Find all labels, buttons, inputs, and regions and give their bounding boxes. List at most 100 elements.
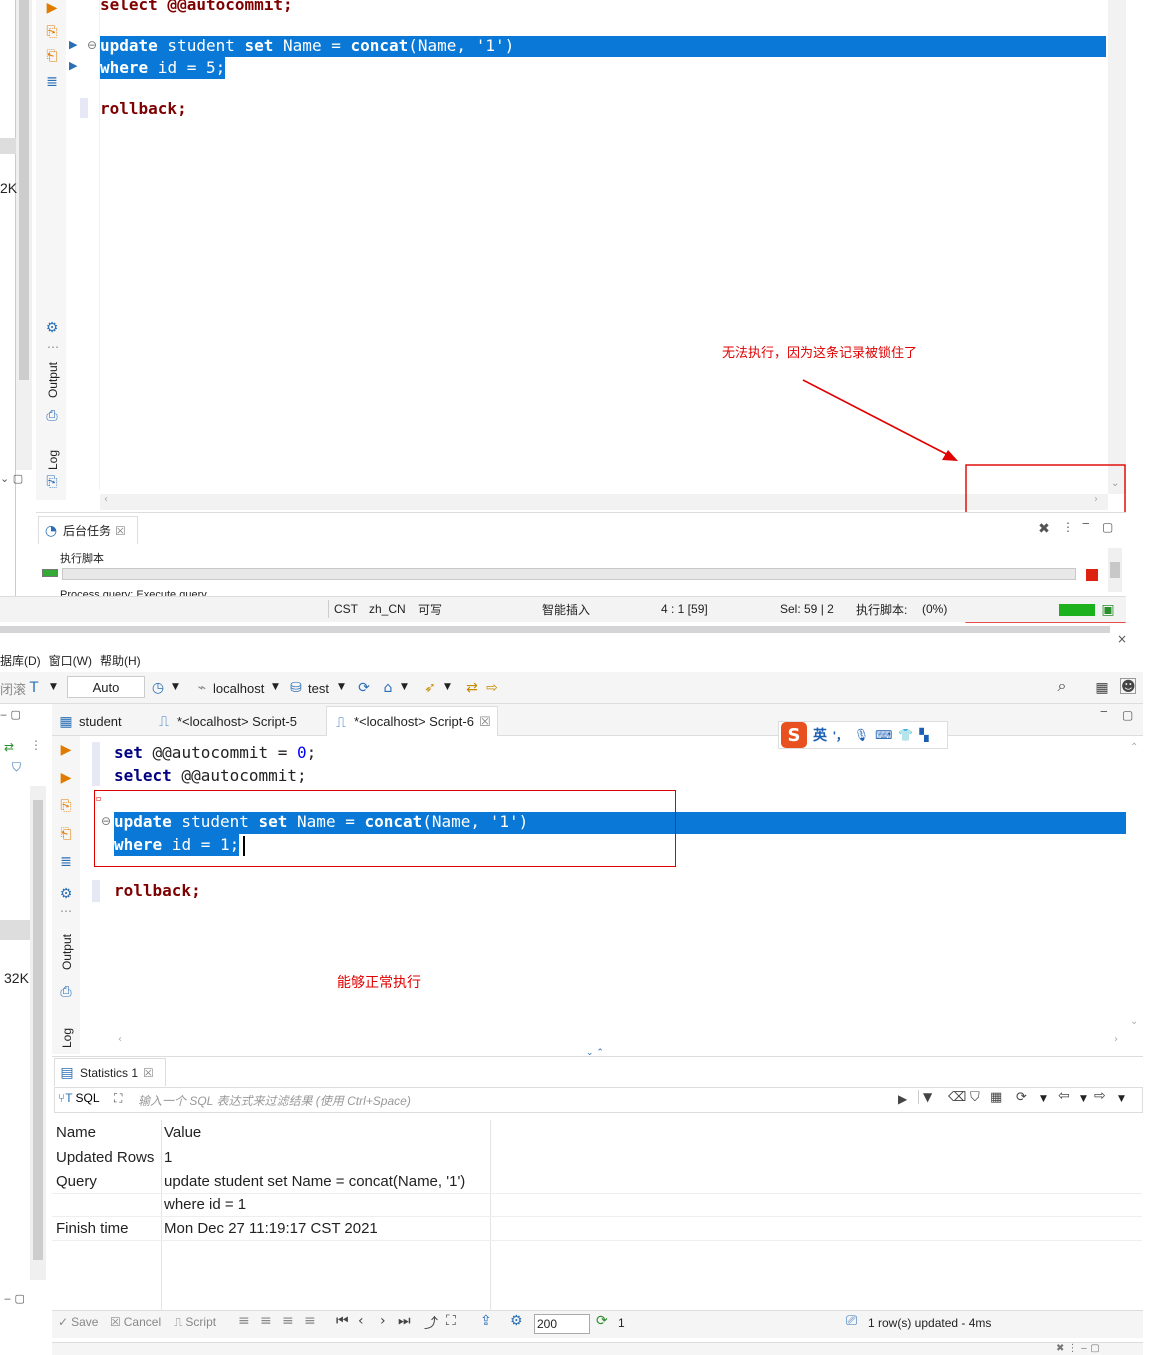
explain-plan-icon[interactable]: ≣ [58, 854, 74, 870]
tab-script-6[interactable]: ⎍ *<localhost> Script-6 ☒ [326, 706, 498, 736]
execute-new-tab-icon[interactable]: ▶ [58, 770, 74, 786]
ime-lang[interactable]: 英 [813, 725, 827, 745]
code-line-1[interactable]: set @@autocommit = 0; [114, 742, 316, 764]
refresh-results-icon[interactable]: ⟳ [596, 1313, 608, 1329]
first-page-icon[interactable]: ⏮ [336, 1313, 349, 1329]
save-button[interactable]: ✓ Save [58, 1315, 98, 1329]
log-side-tab[interactable]: Log [60, 1028, 74, 1048]
scroll-down-arrow-icon[interactable]: ⌄ [1130, 1016, 1138, 1027]
skin-icon[interactable]: 👕 [898, 728, 913, 742]
tasks-scroll-thumb[interactable] [1110, 562, 1120, 578]
history-icon[interactable]: ◷ [150, 680, 166, 696]
transaction-icon[interactable]: T [26, 680, 42, 696]
forward-arrow-icon[interactable]: ⇨ [1094, 1088, 1106, 1104]
expand-filter-icon[interactable]: ⛶ [114, 1091, 122, 1106]
active-database[interactable]: test [308, 676, 329, 700]
cancel-tasks-icon[interactable]: ✖ [1036, 521, 1052, 537]
erase-filter-icon[interactable]: ⌫ [948, 1090, 966, 1105]
filter-columns-icon[interactable]: ▦ [990, 1090, 1002, 1105]
code-line-5[interactable]: rollback; [114, 880, 201, 902]
dropdown-icon[interactable]: ▼ [1040, 1094, 1047, 1104]
stat-value[interactable]: 1 [164, 1149, 172, 1166]
stat-value-continued[interactable]: where id = 1 [164, 1196, 246, 1213]
dropdown-icon[interactable]: ▼ [172, 682, 179, 692]
editor-vertical-scrollbar[interactable] [1126, 736, 1142, 1032]
left-panel-controls[interactable]: ‒ ▢ [0, 708, 21, 721]
search-icon[interactable]: ⌕ [1054, 678, 1070, 694]
forward-icon[interactable]: ⇨ [484, 680, 500, 696]
active-connection[interactable]: localhost [213, 676, 264, 700]
tab-student[interactable]: ▦ student [52, 708, 128, 734]
back-arrow-icon[interactable]: ⇦ [1058, 1088, 1070, 1104]
ime-punct[interactable]: '， [833, 727, 848, 744]
stat-value[interactable]: update student set Name = concat(Name, '… [164, 1173, 465, 1190]
menu-database[interactable]: 据库(D) [0, 652, 41, 672]
minimize-icon[interactable]: ‒ [1082, 516, 1090, 530]
dbeaver-icon[interactable]: ☻ [1120, 678, 1136, 695]
menu-help[interactable]: 帮助(H) [100, 652, 141, 672]
sql-filter-toggle[interactable]: ⑂T SQL [58, 1091, 100, 1105]
keyboard-icon[interactable]: ⌨ [875, 728, 892, 742]
scroll-right-arrow-icon[interactable]: › [1114, 1034, 1118, 1045]
left-menu-dots[interactable]: ⋮ [30, 738, 42, 752]
sogou-logo[interactable]: S [781, 722, 807, 748]
dropdown-icon[interactable]: ▼ [401, 682, 408, 692]
left-scroll-thumb-bottom[interactable] [33, 800, 43, 1260]
close-small-icon[interactable]: × [1117, 632, 1127, 646]
rocket-icon[interactable]: ➶ [422, 680, 438, 696]
menu-dots-icon[interactable]: ⋮ [1062, 520, 1074, 534]
scroll-up-arrow-icon[interactable]: ⌃ [1130, 742, 1138, 753]
fetch-all-icon[interactable]: ⛶ [446, 1313, 456, 1329]
minimize-icon[interactable]: ‒ [1100, 704, 1108, 718]
toolbar-commit-mode[interactable]: 闭滚 [0, 676, 26, 700]
left-nav-arrows-icon[interactable]: ⇄ [4, 740, 14, 754]
dropdown-icon[interactable]: ▼ [1080, 1094, 1087, 1104]
task-manager-icon[interactable]: ▣ [1100, 602, 1116, 618]
stat-name[interactable]: Finish time [56, 1220, 129, 1237]
perspective-icon[interactable]: ▦ [1094, 680, 1110, 696]
stop-task-icon[interactable] [1086, 569, 1098, 581]
output-side-tab[interactable]: Output [60, 934, 74, 970]
refresh-icon[interactable]: ⟳ [356, 680, 372, 696]
close-icon[interactable]: ☒ [115, 524, 126, 538]
bg-tasks-tab[interactable]: ◔ 后台任务 ☒ [38, 516, 138, 544]
fetch-size-input[interactable]: 200 [534, 1314, 590, 1334]
menu-window[interactable]: 窗口(W) [49, 652, 92, 672]
script-button[interactable]: ⎍ Script [174, 1315, 216, 1330]
filter-history-icon[interactable]: ▼ [918, 1090, 932, 1104]
last-page-icon[interactable]: ⏭ [398, 1313, 411, 1329]
stat-name[interactable]: Updated Rows [56, 1149, 154, 1166]
microphone-icon[interactable]: 🎙 [854, 728, 869, 742]
dropdown-icon[interactable]: ▼ [272, 682, 279, 692]
export-icon[interactable]: ⇪ [480, 1313, 492, 1329]
execute-script-icon[interactable]: ⎘ [58, 798, 74, 814]
fetch-next-icon[interactable]: ⤴ [424, 1313, 438, 1333]
dropdown-icon[interactable]: ▼ [50, 682, 57, 692]
statistics-tab[interactable]: ▤ Statistics 1 ☒ [54, 1058, 166, 1086]
filter-refresh-icon[interactable]: ⟳ [1016, 1090, 1027, 1105]
add-row-icon[interactable]: ≡ [260, 1313, 272, 1329]
prev-page-icon[interactable]: ‹ [358, 1313, 364, 1329]
close-icon[interactable]: ☒ [143, 1066, 154, 1080]
copy-row-icon[interactable]: ≡ [282, 1313, 294, 1329]
filter-settings-icon[interactable]: ⛉ [970, 1090, 980, 1105]
apps-icon[interactable]: ▚ [919, 728, 928, 742]
filter-input[interactable]: 输入一个 SQL 表达式来过滤结果 (使用 Ctrl+Space) [138, 1092, 878, 1109]
editor-horizontal-scrollbar[interactable] [114, 1034, 1126, 1050]
scroll-left-arrow-icon[interactable]: ‹ [118, 1034, 122, 1045]
output-icon[interactable]: ⎙ [58, 984, 74, 1000]
maximize-icon[interactable]: ▢ [1122, 708, 1133, 722]
tab-script-5[interactable]: ⎍ *<localhost> Script-5 [150, 708, 303, 734]
stat-name[interactable]: Query [56, 1173, 97, 1190]
filter-icon[interactable]: ⛉ [12, 760, 21, 775]
edit-row-icon[interactable]: ≡ [238, 1313, 250, 1329]
stat-value[interactable]: Mon Dec 27 11:19:17 CST 2021 [164, 1220, 378, 1237]
cancel-button[interactable]: ☒ Cancel [110, 1315, 161, 1329]
dropdown-icon[interactable]: ▼ [444, 682, 451, 692]
maximize-icon[interactable]: ▢ [1102, 520, 1113, 534]
dropdown-icon[interactable]: ▼ [1118, 1094, 1125, 1104]
execute-script-tab-icon[interactable]: ⎗ [58, 826, 74, 842]
next-page-icon[interactable]: › [380, 1313, 386, 1329]
back-forward-icon[interactable]: ⇄ [464, 680, 480, 696]
left-panel-controls-bottom[interactable]: ‒ ▢ [4, 1292, 25, 1305]
